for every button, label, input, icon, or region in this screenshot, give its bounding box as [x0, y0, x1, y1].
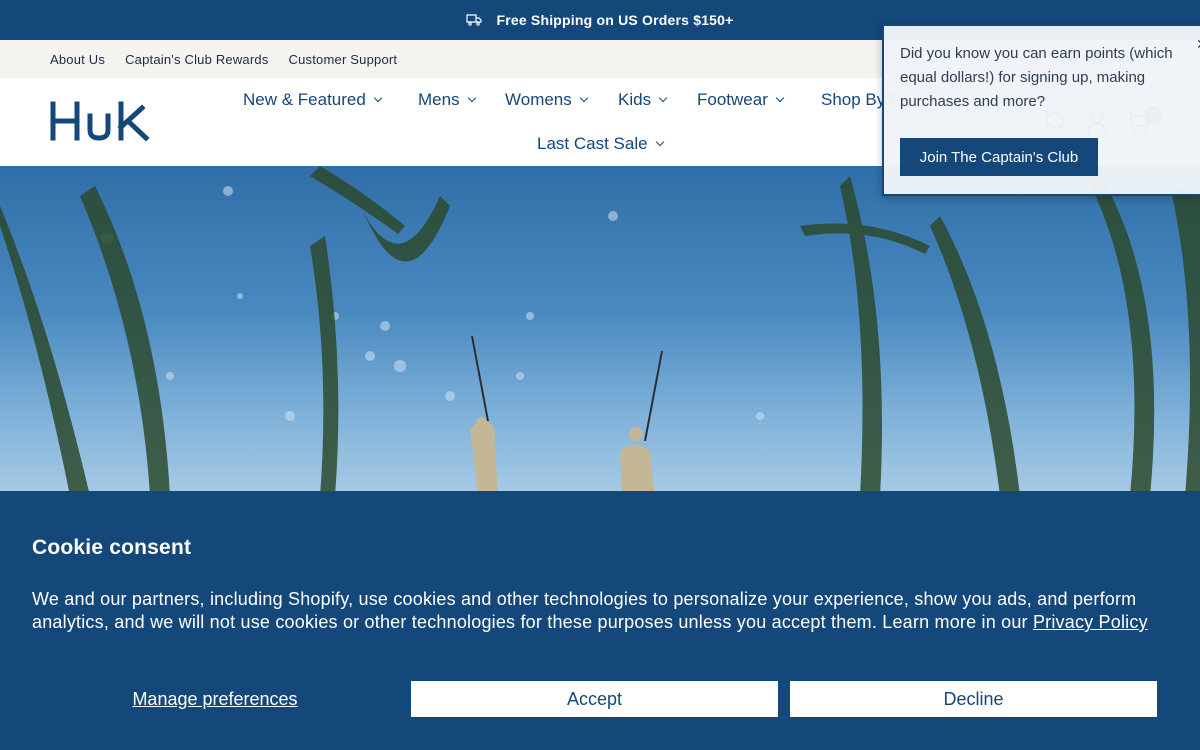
decline-button[interactable]: Decline [790, 681, 1157, 717]
chevron-down-icon [373, 93, 383, 103]
nav-mens[interactable]: Mens [418, 90, 476, 110]
cookie-body: We and our partners, including Shopify, … [32, 588, 1172, 634]
chevron-down-icon [467, 93, 476, 103]
nav-new-featured[interactable]: New & Featured [243, 90, 383, 110]
nav-label: Last Cast Sale [537, 134, 648, 153]
utility-link-rewards[interactable]: Captain's Club Rewards [125, 52, 268, 67]
nav-last-cast-sale[interactable]: Last Cast Sale [537, 134, 664, 154]
nav-label: Kids [618, 90, 652, 109]
utility-link-support[interactable]: Customer Support [289, 52, 398, 67]
nav-label: Footwear [697, 90, 768, 109]
main-nav: New & Featured Mens Womens Kids Footwear… [230, 78, 970, 166]
nav-label: Womens [505, 90, 572, 109]
cookie-consent-banner: Cookie consent We and our partners, incl… [0, 491, 1200, 750]
manage-preferences-button[interactable]: Manage preferences [32, 681, 398, 717]
close-icon[interactable]: ✕ [1196, 36, 1200, 53]
hero-image [0, 166, 1200, 496]
hero-scene [0, 166, 1200, 496]
truck-icon [466, 14, 483, 26]
accept-button[interactable]: Accept [411, 681, 778, 717]
utility-link-about[interactable]: About Us [50, 52, 105, 67]
huk-logo[interactable] [50, 100, 168, 142]
cookie-title: Cookie consent [32, 536, 192, 559]
popup-message: Did you know you can earn points (which … [900, 45, 1173, 110]
nav-womens[interactable]: Womens [505, 90, 589, 110]
chevron-down-icon [655, 137, 664, 147]
nav-label: New & Featured [243, 90, 366, 109]
privacy-policy-link[interactable]: Privacy Policy [1033, 612, 1148, 632]
chevron-down-icon [579, 93, 589, 103]
announcement-text: Free Shipping on US Orders $150+ [496, 12, 734, 28]
captains-club-popup: Did you know you can earn points (which … [882, 24, 1200, 196]
nav-footwear[interactable]: Footwear [697, 90, 785, 110]
chevron-down-icon [775, 93, 785, 103]
nav-kids[interactable]: Kids [618, 90, 668, 110]
join-captains-club-button[interactable]: Join The Captain's Club [900, 138, 1098, 176]
cookie-body-text: We and our partners, including Shopify, … [32, 589, 1137, 632]
chevron-down-icon [658, 93, 668, 103]
nav-label: Mens [418, 90, 460, 109]
logo-mark [50, 101, 150, 142]
